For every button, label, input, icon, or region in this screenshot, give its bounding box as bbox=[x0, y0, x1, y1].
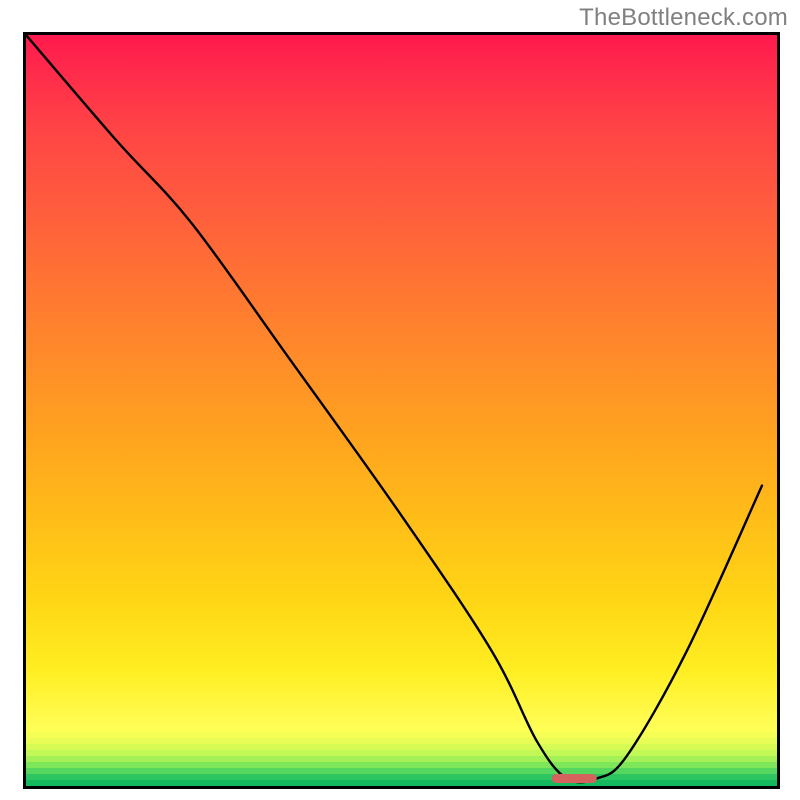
attribution-text: TheBottleneck.com bbox=[579, 4, 788, 32]
chart-frame bbox=[23, 32, 780, 789]
chart-svg bbox=[26, 35, 777, 786]
optimal-marker bbox=[552, 774, 597, 783]
bottleneck-curve bbox=[26, 35, 762, 782]
chart-area bbox=[26, 35, 777, 786]
